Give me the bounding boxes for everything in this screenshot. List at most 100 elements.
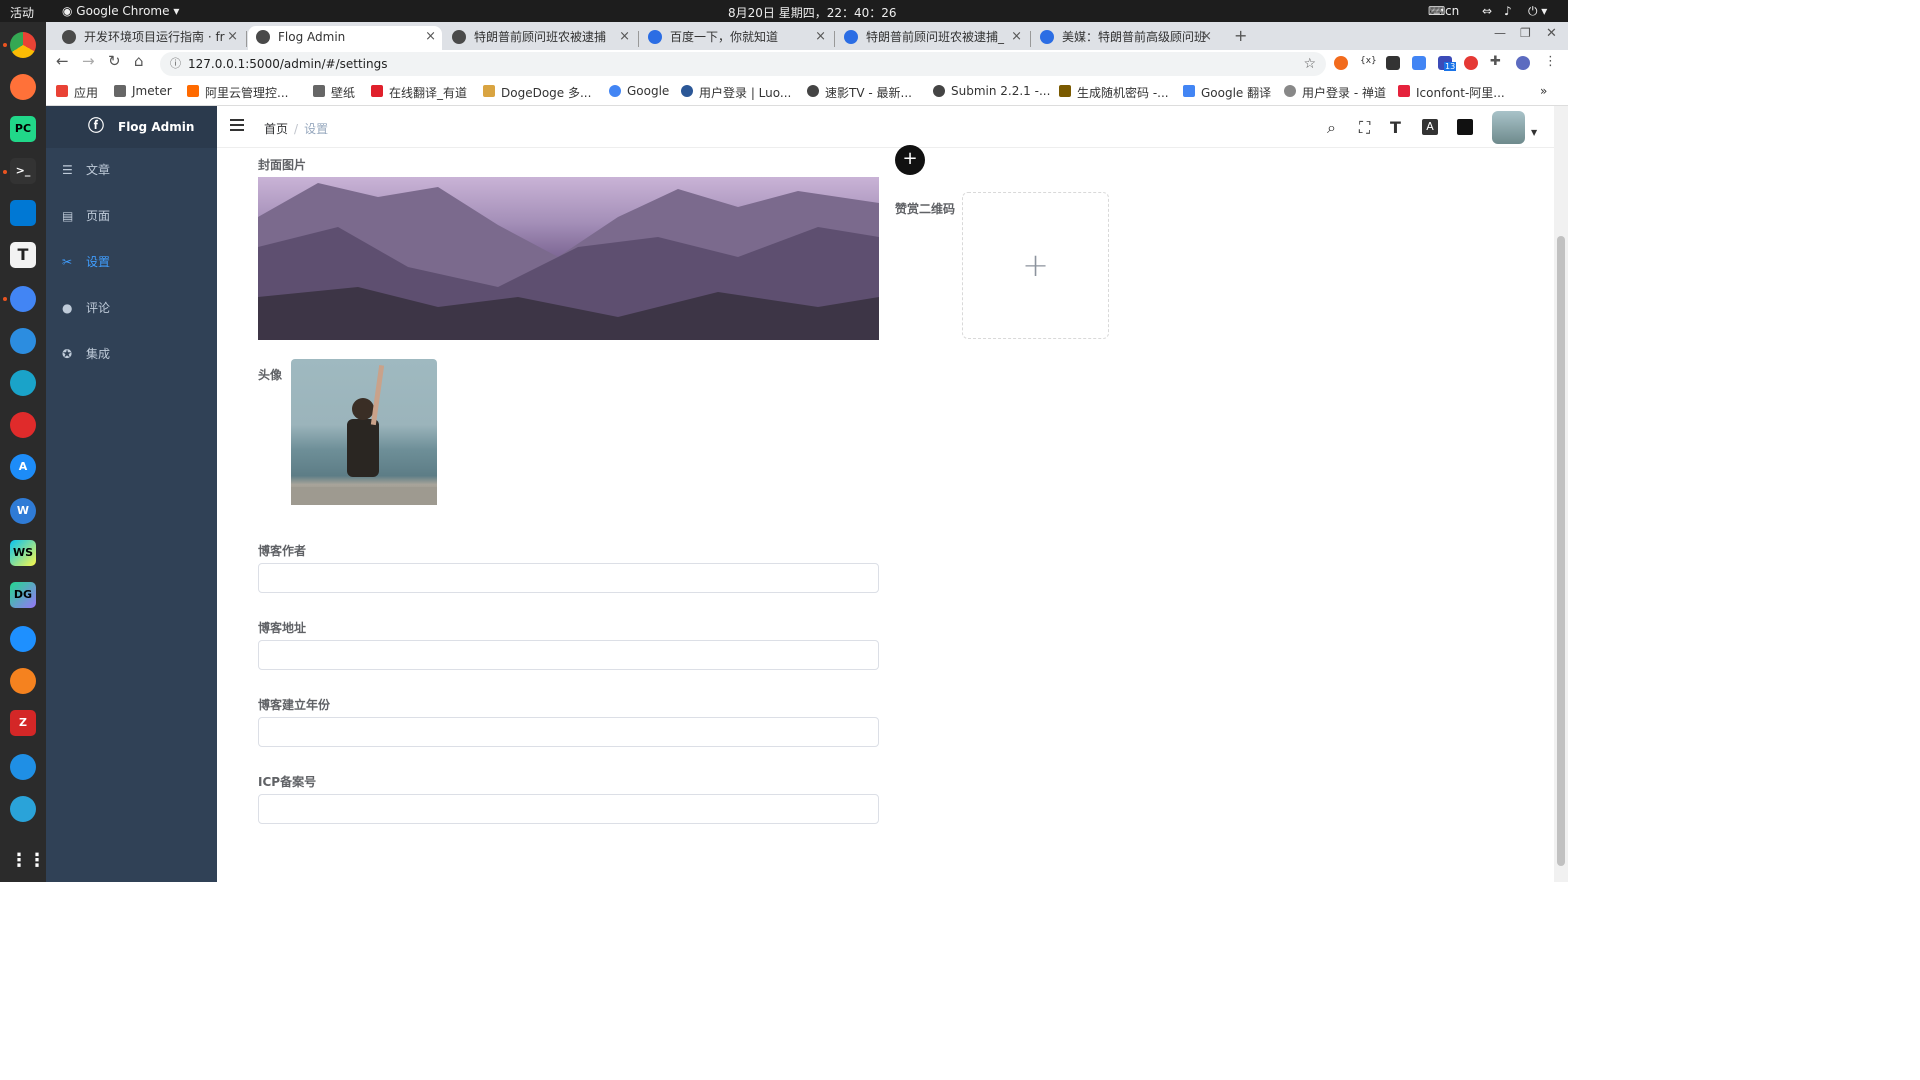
info-icon[interactable]: ⓘ [170,52,181,76]
pycharm-icon[interactable]: PC [10,116,36,142]
search-icon[interactable]: ⌕ [1327,118,1336,138]
bookmark-item[interactable]: 在线翻译_有道 [371,84,467,101]
bookmark-item[interactable]: 用户登录 | Luo... [681,84,791,101]
icp-input[interactable] [258,794,879,824]
app-grid-icon[interactable]: ⋮⋮ [10,848,46,874]
scrollbar-thumb[interactable] [1557,236,1565,866]
more-icon[interactable]: ⋮ [1544,54,1557,69]
bookmark-item[interactable]: Google 翻译 [1183,84,1271,101]
add-button[interactable]: + [895,145,925,175]
app-icon[interactable] [10,370,36,396]
vscode-icon[interactable] [10,200,36,226]
blog-url-input[interactable] [258,640,879,670]
close-icon[interactable]: × [1011,26,1022,48]
qr-upload[interactable]: + [962,192,1109,339]
sidebar-item-articles[interactable]: ☰ 文章 [46,148,217,192]
avatar-upload[interactable] [291,359,437,505]
translate-icon[interactable] [1412,56,1426,70]
filezilla-icon[interactable]: Z [10,710,36,736]
power-icon[interactable]: ⏻ ▾ [1528,4,1547,19]
fullscreen-icon[interactable]: ⛶ [1359,118,1370,138]
cover-image-upload[interactable] [258,177,879,340]
page-scrollbar[interactable] [1554,106,1568,882]
url-input[interactable]: ⓘ 127.0.0.1:5000/admin/#/settings ☆ [160,52,1326,76]
sidebar-item-settings[interactable]: ✂ 设置 [46,240,217,284]
forward-button[interactable]: → [82,52,95,70]
network-icon[interactable]: ⇔ [1482,4,1492,18]
author-input[interactable] [258,563,879,593]
clock[interactable]: 8月20日 星期四，22：40：26 [728,4,897,21]
terminal-icon[interactable]: >_ [10,158,36,184]
app-menu[interactable]: ◉ Google Chrome ▾ [62,4,179,18]
running-indicator [3,170,7,174]
datagrip-icon[interactable]: DG [10,582,36,608]
volume-icon[interactable]: ♪ [1504,4,1512,18]
bookmark-item[interactable]: 用户登录 - 禅道 [1284,84,1386,101]
baidu-icon [844,30,858,44]
brand[interactable]: ⓕ Flog Admin [46,106,217,148]
app-store-icon[interactable]: A [10,454,36,480]
app-icon[interactable] [10,796,36,822]
bookmark-item[interactable]: Submin 2.2.1 -... [933,84,1050,98]
app-icon[interactable] [10,668,36,694]
bookmarks-bar: 应用 Jmeter 阿里云管理控... 壁纸 在线翻译_有道 DogeDoge … [46,78,1568,106]
adblock-icon[interactable] [1464,56,1478,70]
chrome-dev-icon[interactable] [10,286,36,312]
bookmark-item[interactable]: Google [609,84,669,98]
typora-icon[interactable]: T [10,242,36,268]
keyboard-icon[interactable]: ⌨ [1428,4,1445,18]
year-input[interactable] [258,717,879,747]
browser-chrome: 开发环境项目运行指南 · fr × Flog Admin × 特朗普前顾问班农被逮捕… [46,22,1568,106]
reload-button[interactable]: ↻ [108,52,121,70]
extension-icon[interactable] [1386,56,1400,70]
home-button[interactable]: ⌂ [134,52,144,70]
bookmark-item[interactable]: 壁纸 [313,84,355,101]
font-size-icon[interactable]: T [1390,118,1401,137]
close-icon[interactable]: × [619,26,630,48]
bookmark-item[interactable]: 阿里云管理控... [187,84,288,101]
globe-icon [933,85,945,97]
bookmark-item[interactable]: DogeDoge 多... [483,84,591,101]
window-close-button[interactable]: ✕ [1546,26,1557,41]
close-icon[interactable]: × [1201,26,1212,48]
close-icon[interactable]: × [227,26,238,48]
browser-icon[interactable]: W [10,498,36,524]
tab-title: 特朗普前顾问班农被逮捕 [474,30,607,44]
back-button[interactable]: ← [56,52,69,70]
feishu-icon[interactable] [10,626,36,652]
minimize-button[interactable]: — [1494,26,1506,40]
bookmark-item[interactable]: Iconfont-阿里... [1398,84,1505,101]
extension-icon[interactable]: 13 [1438,56,1457,71]
sidebar-item-pages[interactable]: ▤ 页面 [46,194,217,238]
theme-icon[interactable] [1457,119,1473,135]
extension-icon[interactable]: {x} [1360,56,1377,70]
bookmarks-overflow-icon[interactable]: » [1540,84,1547,98]
language-icon[interactable]: A [1422,119,1438,135]
sidebar-item-integrations[interactable]: ✪ 集成 [46,332,217,376]
sidebar-item-comments[interactable]: ● 评论 [46,286,217,330]
maximize-button[interactable]: ❐ [1520,26,1531,40]
bookmark-apps[interactable]: 应用 [56,84,98,101]
firefox-icon[interactable] [10,74,36,100]
chevron-down-icon[interactable]: ▼ [1531,128,1537,137]
profile-icon[interactable] [1516,56,1530,70]
puzzle-icon[interactable]: ✚ [1490,54,1504,69]
bookmark-item[interactable]: 生成随机密码 -... [1059,84,1169,101]
bookmark-item[interactable]: Jmeter [114,84,172,98]
language-indicator[interactable]: cn [1445,4,1459,18]
breadcrumb-home[interactable]: 首页 [264,122,288,136]
star-icon[interactable]: ☆ [1303,52,1316,76]
netdisk-icon[interactable] [10,328,36,354]
bookmark-item[interactable]: 速影TV - 最新... [807,84,912,101]
netease-music-icon[interactable] [10,412,36,438]
avatar[interactable] [1492,111,1525,144]
extension-icon[interactable] [1334,56,1348,70]
hamburger-icon[interactable] [230,119,244,131]
chrome-icon[interactable] [10,32,36,58]
app-icon[interactable] [10,754,36,780]
close-icon[interactable]: × [815,26,826,48]
webstorm-icon[interactable]: WS [10,540,36,566]
activities-button[interactable]: 活动 [10,4,34,21]
close-icon[interactable]: × [425,26,436,48]
new-tab-button[interactable]: + [1234,26,1247,45]
